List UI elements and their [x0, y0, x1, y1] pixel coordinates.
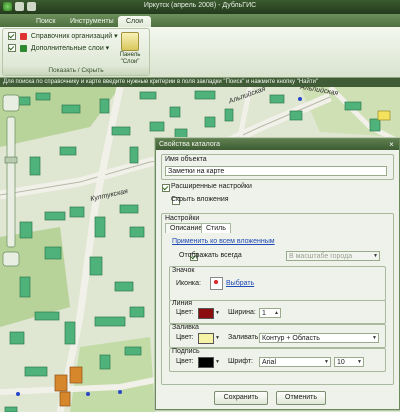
layers-panel-label: Панель "Слои"	[119, 52, 141, 65]
choose-icon-link[interactable]: Выбрать	[226, 280, 254, 287]
tab-style[interactable]: Стиль	[201, 223, 231, 233]
font-select[interactable]: Arial	[259, 357, 331, 367]
layer-orgs-row[interactable]: Справочник организаций ▾	[8, 32, 118, 42]
object-name-label: Имя объекта	[165, 156, 207, 163]
layer-orgs-label: Справочник организаций	[30, 33, 113, 40]
layer-extra-row[interactable]: Дополнительные слои ▾	[8, 44, 109, 54]
show-hide-group: Справочник организаций ▾ Дополнительные …	[2, 28, 150, 76]
title-bar: Иркутск (апрель 2008) - ДубльГИС	[0, 0, 400, 14]
pin-icon	[210, 277, 223, 290]
spinner-icon[interactable]: ▲	[273, 308, 280, 318]
hint-bar: Для поиска по справочнику и карте введит…	[0, 78, 400, 87]
tab-search[interactable]: Поиск	[28, 16, 63, 27]
caption-group-label: Подпись	[172, 348, 200, 355]
fill-mode-label: Заливать:	[228, 334, 261, 341]
extended-label[interactable]: Расширенные настройки	[171, 183, 252, 190]
zoom-out-button[interactable]	[3, 339, 19, 353]
chevron-down-icon[interactable]: ▼	[371, 333, 378, 343]
layers-panel-button[interactable]: Панель "Слои"	[115, 32, 145, 68]
layers-panel-icon	[121, 32, 139, 51]
group-label: Показать / Скрыть	[3, 66, 149, 75]
layer-orgs-checkbox[interactable]	[8, 32, 16, 41]
icon-label: Иконка:	[176, 280, 201, 287]
line-group-label: Линия	[172, 300, 193, 307]
layer-extra-checkbox[interactable]	[8, 44, 16, 53]
chevron-down-icon[interactable]: ▼	[372, 251, 379, 261]
apply-nested-link[interactable]: Применить ко всем вложенным	[172, 238, 275, 245]
layers-icon	[19, 44, 27, 52]
always-show-label[interactable]: Отображать всегда	[179, 252, 242, 259]
settings-label: Настройки	[165, 215, 200, 222]
scale-select[interactable]: В масштабе города	[286, 251, 380, 261]
book-icon	[19, 32, 27, 40]
dialog-title: Свойства каталога	[156, 139, 399, 150]
settings-tabs: Описание Стиль	[165, 223, 388, 233]
fill-color-swatch[interactable]	[198, 333, 214, 344]
zoom-slider-handle[interactable]	[5, 244, 17, 250]
line-color-swatch[interactable]	[198, 308, 214, 319]
chevron-down-icon[interactable]: ▼	[214, 357, 221, 367]
ribbon-panel: Справочник организаций ▾ Дополнительные …	[0, 27, 400, 78]
caption-color-label: Цвет:	[176, 358, 194, 365]
chevron-down-icon[interactable]: ▼	[214, 333, 221, 343]
tab-tools[interactable]: Инструменты	[62, 16, 122, 27]
layer-extra-label: Дополнительные слои	[30, 45, 104, 52]
line-width-label: Ширина:	[228, 309, 256, 316]
fill-mode-select[interactable]: Контур + Область	[259, 333, 379, 343]
chevron-down-icon[interactable]: ▼	[214, 308, 221, 318]
chevron-down-icon[interactable]: ▼	[356, 357, 363, 367]
cancel-button[interactable]: Отменить	[276, 391, 326, 405]
hide-nested-label[interactable]: Скрыть вложения	[171, 196, 229, 203]
fill-group-label: Заливка	[172, 324, 199, 331]
icon-group-label: Значок	[172, 267, 195, 274]
catalog-properties-dialog: Свойства каталога × Имя объекта Заметки …	[155, 138, 400, 410]
icon-group	[169, 266, 386, 301]
fill-color-label: Цвет:	[176, 334, 194, 341]
chevron-down-icon[interactable]: ▼	[323, 357, 330, 367]
line-color-label: Цвет:	[176, 309, 194, 316]
extended-checkbox[interactable]	[162, 184, 170, 192]
tab-layers[interactable]: Слои	[118, 16, 152, 27]
close-icon[interactable]: ×	[387, 140, 396, 149]
caption-color-swatch[interactable]	[198, 357, 214, 368]
font-label: Шрифт:	[228, 358, 253, 365]
window-title: Иркутск (апрель 2008) - ДубльГИС	[143, 2, 257, 9]
pan-control[interactable]	[3, 95, 19, 111]
save-button[interactable]: Сохранить	[214, 391, 268, 405]
ribbon-tabs: Поиск Инструменты Слои	[0, 14, 400, 27]
object-name-input[interactable]: Заметки на карте	[165, 166, 387, 176]
